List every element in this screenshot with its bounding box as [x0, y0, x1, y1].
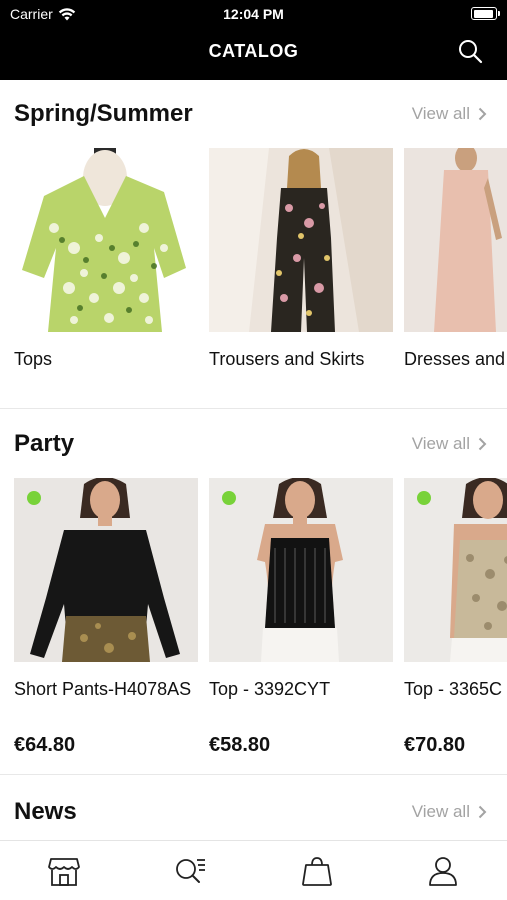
- battery-icon: [471, 7, 500, 20]
- availability-badge: [417, 491, 431, 505]
- section-spring-summer: Spring/Summer View all Tops Trousers and…: [0, 80, 507, 408]
- section-news: News View all: [0, 776, 507, 840]
- section-header: News View all: [14, 776, 493, 836]
- product-price: €58.80: [209, 734, 271, 756]
- chevron-right-icon: [478, 805, 487, 819]
- category-name: Tops: [14, 349, 53, 369]
- status-bar: Carrier 12:04 PM: [0, 0, 507, 28]
- section-party: Party View all Short Pants-H4078AS €64.8…: [0, 410, 507, 774]
- view-all-label: View all: [411, 802, 470, 821]
- availability-badge: [222, 491, 236, 505]
- page-title: CATALOG: [208, 41, 299, 61]
- category-name: Dresses and Jumpsuits: [404, 349, 507, 369]
- chevron-right-icon: [478, 437, 487, 451]
- category-image: [209, 148, 393, 332]
- section-divider: [0, 408, 507, 409]
- product-price: €64.80: [14, 734, 76, 756]
- chevron-right-icon: [478, 107, 487, 121]
- view-all-link[interactable]: View all: [412, 104, 487, 124]
- availability-badge: [27, 491, 41, 505]
- category-name: Trousers and Skirts: [209, 349, 365, 369]
- product-image: [14, 478, 198, 662]
- status-time: 12:04 PM: [223, 6, 284, 22]
- category-image: [14, 148, 198, 332]
- section-title: Spring/Summer: [14, 100, 193, 127]
- section-title: Party: [14, 430, 75, 457]
- product-name: Top - 3365C: [404, 679, 503, 699]
- tab-bar: [0, 840, 507, 900]
- category-image: [404, 148, 507, 332]
- section-header: Spring/Summer View all: [14, 80, 493, 140]
- product-image: [404, 478, 507, 662]
- store-icon: [48, 858, 80, 886]
- tab-bag[interactable]: [300, 855, 334, 887]
- tab-search[interactable]: [173, 855, 207, 887]
- product-image: [209, 478, 393, 662]
- catalog-content[interactable]: Spring/Summer View all Tops Trousers and…: [0, 80, 507, 840]
- top-bar: Carrier 12:04 PM CATALOG: [0, 0, 507, 80]
- product-price: €70.80: [404, 734, 466, 756]
- profile-icon: [429, 857, 457, 886]
- product-name: Top - 3392CYT: [209, 679, 331, 699]
- section-title: News: [14, 798, 77, 825]
- section-header: Party View all: [14, 410, 493, 470]
- section-divider: [0, 774, 507, 775]
- view-all-label: View all: [411, 434, 470, 453]
- search-list-icon: [176, 859, 205, 883]
- view-all-link[interactable]: View all: [412, 434, 487, 454]
- product-name: Short Pants-H4078AS: [14, 679, 192, 699]
- view-all-link[interactable]: View all: [412, 802, 487, 822]
- view-all-label: View all: [411, 104, 470, 123]
- tab-profile[interactable]: [426, 855, 460, 887]
- shopping-bag-icon: [302, 857, 332, 886]
- tab-store[interactable]: [47, 855, 81, 887]
- search-icon[interactable]: [457, 38, 483, 64]
